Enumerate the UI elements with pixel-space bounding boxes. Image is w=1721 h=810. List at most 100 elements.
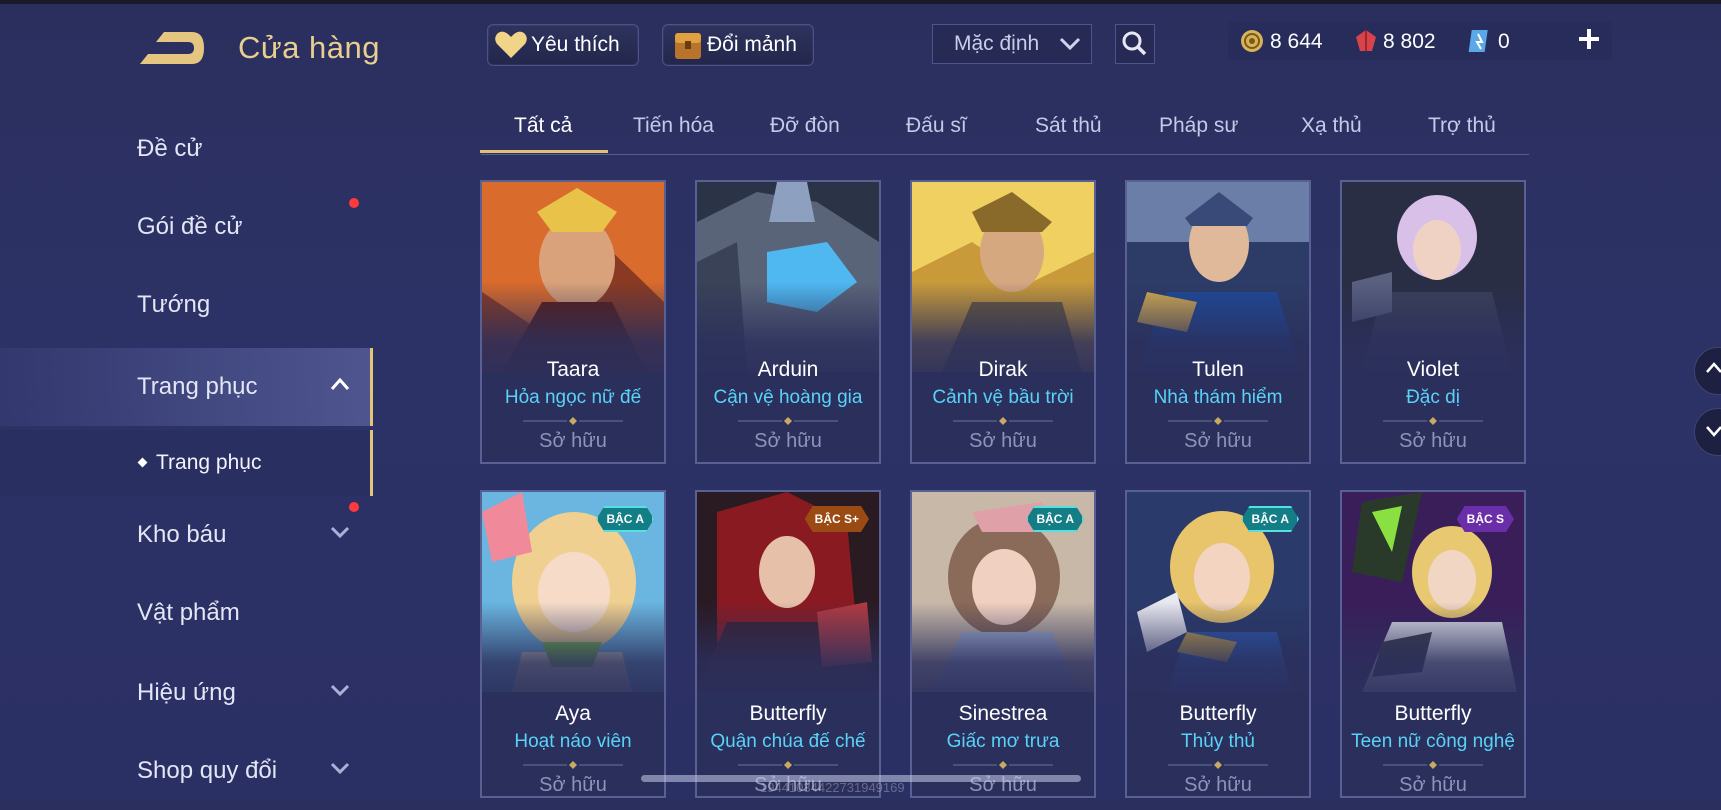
sidebar-subitem-label: Trang phục xyxy=(156,451,262,474)
owned-status: Sở hữu xyxy=(1184,430,1252,452)
sidebar-item-treasure[interactable]: Kho báu xyxy=(0,496,370,574)
hero-name: Butterfly xyxy=(1394,702,1472,725)
scroll-down-button[interactable] xyxy=(1694,408,1721,456)
skin-card-butterfly-tech[interactable]: BẬC S Butterfly Teen nữ công nghệ Sở hữu xyxy=(1340,490,1526,798)
tier-badge: BẬC A xyxy=(596,506,654,532)
chevron-down-icon xyxy=(1059,37,1081,51)
search-button[interactable] xyxy=(1115,24,1155,64)
skin-card-aya[interactable]: BẬC A Aya Hoạt náo viên Sở hữu xyxy=(480,490,666,798)
card-fade xyxy=(1342,602,1524,712)
hero-name: Butterfly xyxy=(1179,702,1257,725)
sidebar-item-label: Vật phẩm xyxy=(137,599,240,626)
chevron-down-icon xyxy=(330,526,350,539)
top-edge xyxy=(0,0,1721,4)
sidebar-item-items[interactable]: Vật phẩm xyxy=(0,574,370,652)
tier-badge: BẬC S xyxy=(1457,506,1514,532)
tab-support[interactable]: Trợ thủ xyxy=(1428,114,1496,138)
category-tabs: Tất cả Tiến hóa Đỡ đòn Đấu sĩ Sát thủ Ph… xyxy=(481,104,1529,155)
sort-dropdown[interactable]: Mặc định xyxy=(932,24,1092,64)
divider-ornament-icon xyxy=(953,417,1053,425)
tab-marksman[interactable]: Xạ thủ xyxy=(1301,114,1362,138)
exchange-shards-button[interactable]: Đổi mảnh xyxy=(662,24,814,66)
owned-status: Sở hữu xyxy=(1399,430,1467,452)
skin-name: Nhà thám hiểm xyxy=(1153,387,1283,408)
skin-card-taara[interactable]: Taara Hỏa ngọc nữ đế Sở hữu xyxy=(480,180,666,464)
skin-name: Giấc mơ trưa xyxy=(946,731,1060,752)
sidebar-item-label: Hiệu ứng xyxy=(137,679,236,706)
gold-coin-icon xyxy=(1241,30,1263,52)
sort-value: Mặc định xyxy=(954,32,1040,55)
divider-ornament-icon xyxy=(738,761,838,769)
owned-status: Sở hữu xyxy=(539,774,607,796)
plus-icon[interactable] xyxy=(1572,22,1606,56)
divider-ornament-icon xyxy=(1383,761,1483,769)
sidebar-item-recommended[interactable]: Đề cử xyxy=(0,110,370,188)
tab-all[interactable]: Tất cả xyxy=(514,114,572,138)
chevron-down-icon xyxy=(1706,426,1721,437)
page-title: Cửa hàng xyxy=(238,30,380,65)
skin-name: Đặc dị xyxy=(1406,387,1460,408)
divider-ornament-icon xyxy=(523,761,623,769)
sidebar-item-recommended-packs[interactable]: Gói đề cử xyxy=(0,188,370,266)
hero-name: Arduin xyxy=(757,358,819,381)
divider-ornament-icon xyxy=(1168,417,1268,425)
sidebar-item-label: Đề cử xyxy=(137,135,203,162)
card-fade xyxy=(482,602,664,712)
owned-status: Sở hữu xyxy=(539,430,607,452)
sidebar-item-heroes[interactable]: Tướng xyxy=(0,266,370,344)
gold-amount: 8 644 xyxy=(1270,30,1323,53)
divider-ornament-icon xyxy=(523,417,623,425)
tab-evolution[interactable]: Tiến hóa xyxy=(633,114,714,138)
hero-name: Dirak xyxy=(978,358,1028,381)
sidebar-item-label: Shop quy đổi xyxy=(137,757,278,784)
notification-dot xyxy=(349,198,359,208)
tab-assassin[interactable]: Sát thủ xyxy=(1035,114,1102,138)
skin-name: Hoạt náo viên xyxy=(514,731,632,752)
skin-card-butterfly-sailor[interactable]: BẬC A Butterfly Thủy thủ Sở hữu xyxy=(1125,490,1311,798)
owned-status: Sở hữu xyxy=(1399,774,1467,796)
tier-badge: BẬC S+ xyxy=(805,506,869,532)
search-icon xyxy=(1122,31,1147,56)
skin-name: Quận chúa đế chế xyxy=(710,731,866,752)
sidebar-item-label: Trang phục xyxy=(137,373,258,400)
skin-card-arduin[interactable]: Arduin Cận vệ hoàng gia Sở hữu xyxy=(695,180,881,464)
skin-card-tulen[interactable]: Tulen Nhà thám hiểm Sở hữu xyxy=(1125,180,1311,464)
tab-fighter[interactable]: Đấu sĩ xyxy=(906,114,967,138)
sidebar-subitem-skins[interactable]: Trang phục xyxy=(0,430,373,496)
active-tab-underline xyxy=(480,150,608,153)
sidebar-item-exchange-shop[interactable]: Shop quy đổi xyxy=(0,732,370,810)
hero-name: Taara xyxy=(546,358,600,381)
tab-mage[interactable]: Pháp sư xyxy=(1159,114,1238,138)
treasure-chest-icon xyxy=(675,33,701,59)
card-fade xyxy=(912,602,1094,712)
bullet-icon xyxy=(137,457,148,468)
skin-card-dirak[interactable]: Dirak Cảnh vệ bầu trời Sở hữu xyxy=(910,180,1096,464)
currency-bar: 8 644 8 802 0 xyxy=(1228,22,1612,60)
scroll-up-button[interactable] xyxy=(1694,347,1721,395)
owned-status: Sở hữu xyxy=(754,430,822,452)
skin-card-sinestrea[interactable]: BẬC A Sinestrea Giấc mơ trưa Sở hữu xyxy=(910,490,1096,798)
chevron-down-icon xyxy=(330,762,350,775)
sidebar-item-label: Kho báu xyxy=(137,521,227,548)
tier-badge: BẬC A xyxy=(1241,506,1299,532)
red-gem-icon xyxy=(1356,30,1376,51)
divider-ornament-icon xyxy=(1383,417,1483,425)
hero-name: Aya xyxy=(555,702,591,725)
gem-amount: 8 802 xyxy=(1383,30,1436,53)
favorites-button[interactable]: Yêu thích xyxy=(487,24,639,66)
skin-name: Cận vệ hoàng gia xyxy=(713,387,863,408)
chevron-down-icon xyxy=(330,684,350,697)
sidebar: Đề cử Gói đề cử Tướng Trang phục Trang p… xyxy=(0,110,373,798)
sidebar-item-effects[interactable]: Hiệu ứng xyxy=(0,654,370,732)
sidebar-item-skins[interactable]: Trang phục xyxy=(0,348,373,426)
owned-status: Sở hữu xyxy=(1184,774,1252,796)
back-arrow-icon[interactable] xyxy=(136,28,208,68)
favorites-label: Yêu thích xyxy=(531,33,620,56)
sidebar-item-label: Gói đề cử xyxy=(137,213,243,240)
voucher-amount: 0 xyxy=(1498,30,1510,53)
skin-card-butterfly-royal[interactable]: BẬC S+ Butterfly Quận chúa đế chế Sở hữu xyxy=(695,490,881,798)
skin-card-violet[interactable]: Violet Đặc dị Sở hữu xyxy=(1340,180,1526,464)
tab-tank[interactable]: Đỡ đòn xyxy=(770,114,840,138)
exchange-shards-label: Đổi mảnh xyxy=(707,33,797,56)
skin-name: Cảnh vệ bầu trời xyxy=(932,387,1074,408)
